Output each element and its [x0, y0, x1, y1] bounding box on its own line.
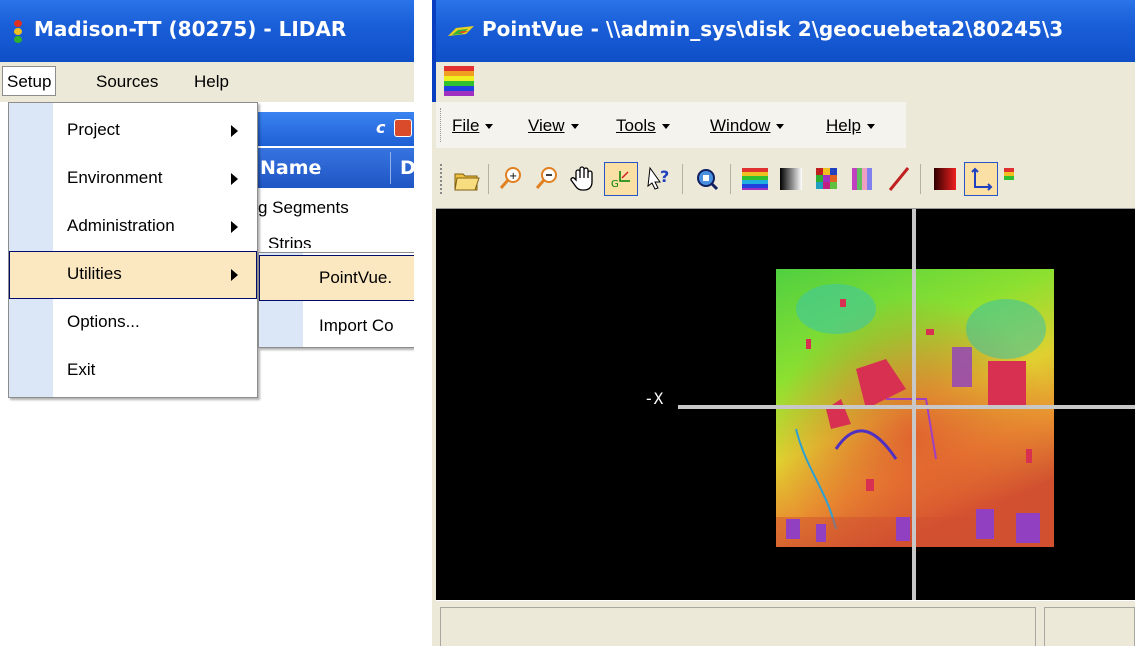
color-class-icon[interactable]: [810, 162, 844, 196]
svg-text:?: ?: [660, 167, 669, 186]
point-cloud-viewport[interactable]: -X: [436, 208, 1135, 601]
toolbar-grip[interactable]: [440, 164, 445, 194]
pointvue-statusbar: [436, 600, 1135, 646]
refresh-icon[interactable]: c: [376, 118, 385, 137]
color-intensity-icon[interactable]: [774, 162, 808, 196]
zoom-extents-icon[interactable]: [690, 162, 724, 196]
pointvue-toolbar: + G ?: [436, 150, 1135, 208]
geocue-main-window: Madison-TT (80275) - LIDAR Setup Sources…: [0, 0, 414, 646]
menu-help[interactable]: Help: [194, 72, 229, 92]
menu-item-exit[interactable]: Exit: [9, 347, 257, 395]
menu-item-administration[interactable]: Administration: [9, 203, 257, 251]
menu-label: View: [528, 116, 565, 135]
x-axis-label: -X: [644, 389, 664, 408]
pan-hand-icon[interactable]: [566, 162, 600, 196]
menu-sources[interactable]: Sources: [96, 72, 158, 92]
menu-item-label: Administration: [67, 216, 175, 235]
column-header: Name D: [254, 148, 414, 188]
submenu-arrow-icon: [231, 173, 238, 185]
zoom-out-icon[interactable]: [530, 162, 564, 196]
traffic-light-icon: [14, 20, 22, 44]
pointvue-menubar: File View Tools Window Help: [436, 102, 1135, 148]
menu-item-label: PointVue.: [319, 268, 393, 287]
menu-tools[interactable]: Tools: [616, 116, 670, 136]
utilities-submenu: PointVue. Import Co: [258, 252, 414, 348]
column-name-header[interactable]: Name: [260, 157, 321, 179]
georeference-icon[interactable]: G: [604, 162, 638, 196]
menu-item-label: Exit: [67, 360, 96, 379]
menu-item-label: Options...: [67, 312, 140, 331]
submenu-arrow-icon: [231, 269, 238, 281]
toolbar-overflow-icon[interactable]: [1000, 162, 1014, 196]
menubar-empty-area: [906, 102, 1135, 148]
menu-item-label: Import Co: [319, 316, 394, 335]
menu-label: Window: [710, 116, 771, 135]
color-red-ramp-icon[interactable]: [928, 162, 962, 196]
color-rgb-icon[interactable]: [846, 162, 880, 196]
menu-item-project[interactable]: Project: [9, 107, 257, 155]
menu-view[interactable]: View: [528, 116, 579, 136]
horizontal-crosshair: [678, 405, 1135, 409]
column-separator[interactable]: [390, 152, 391, 184]
submenu-arrow-icon: [231, 125, 238, 137]
svg-text:+: +: [509, 171, 517, 182]
menu-setup[interactable]: Setup: [2, 66, 57, 96]
left-window-title: Madison-TT (80275) - LIDAR: [34, 17, 347, 41]
pointcloud-app-icon: [448, 26, 474, 36]
status-panel-secondary: [1044, 607, 1135, 646]
pointvue-top-strip: [432, 62, 1135, 102]
profile-line-icon[interactable]: [882, 162, 916, 196]
axes-icon[interactable]: [964, 162, 998, 196]
column-d-header[interactable]: D: [400, 157, 414, 179]
setup-dropdown-menu: Project Environment Administration Utili…: [8, 102, 258, 398]
menubar-grip[interactable]: [440, 108, 444, 142]
menu-item-pointvue[interactable]: PointVue.: [259, 255, 414, 301]
list-item[interactable]: Strips: [268, 234, 311, 248]
vertical-crosshair: [912, 209, 916, 601]
submenu-arrow-icon: [231, 221, 238, 233]
menu-item-environment[interactable]: Environment: [9, 155, 257, 203]
menu-item-utilities[interactable]: Utilities: [9, 251, 257, 299]
color-ramp-icon[interactable]: [444, 66, 474, 96]
menu-label: Help: [826, 116, 861, 135]
menu-label: File: [452, 116, 480, 135]
query-icon[interactable]: ?: [642, 162, 676, 196]
menu-window[interactable]: Window: [710, 116, 785, 136]
color-elevation-icon[interactable]: [738, 162, 772, 196]
left-menubar: Setup Sources Help: [0, 62, 414, 102]
open-folder-icon[interactable]: [450, 162, 484, 196]
zoom-in-icon[interactable]: +: [494, 162, 528, 196]
menu-item-import[interactable]: Import Co: [259, 303, 414, 349]
close-icon[interactable]: [394, 119, 412, 137]
list-item[interactable]: g Segments: [258, 198, 349, 218]
pointvue-title-bar[interactable]: PointVue - \\admin_sys\disk 2\geocuebeta…: [432, 0, 1135, 62]
pointvue-window-title: PointVue - \\admin_sys\disk 2\geocuebeta…: [482, 17, 1064, 41]
menu-help[interactable]: Help: [826, 116, 875, 136]
status-panel-main: [440, 607, 1036, 646]
menu-label: Tools: [616, 116, 656, 135]
svg-text:G: G: [611, 179, 619, 190]
menu-item-label: Utilities: [67, 264, 122, 283]
left-title-bar[interactable]: Madison-TT (80275) - LIDAR: [0, 0, 414, 62]
pointvue-window: PointVue - \\admin_sys\disk 2\geocuebeta…: [432, 0, 1135, 646]
project-panel-header: c: [254, 112, 414, 146]
menu-item-label: Project: [67, 120, 120, 139]
menu-item-options[interactable]: Options...: [9, 299, 257, 347]
menu-item-label: Environment: [67, 168, 163, 187]
menu-file[interactable]: File: [452, 116, 494, 136]
